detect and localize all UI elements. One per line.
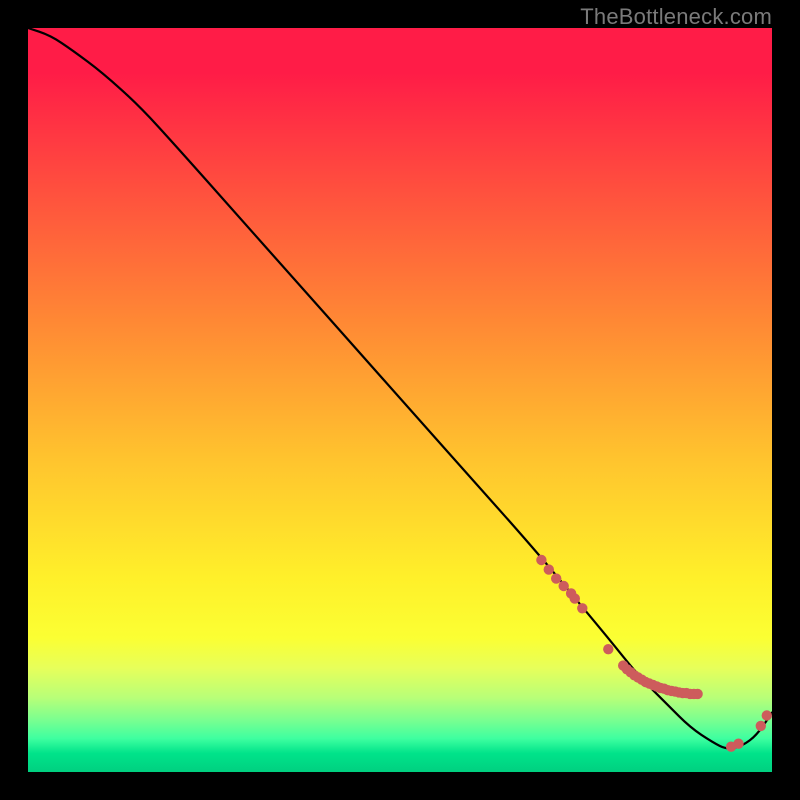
marker-dot xyxy=(733,739,743,749)
watermark-label: TheBottleneck.com xyxy=(580,4,772,30)
marker-dot xyxy=(551,573,561,583)
marker-dot xyxy=(536,555,546,565)
marker-dot xyxy=(756,721,766,731)
marker-dot xyxy=(559,581,569,591)
marker-dots xyxy=(536,555,772,752)
marker-dot xyxy=(570,593,580,603)
bottleneck-curve xyxy=(28,28,772,748)
chart-svg xyxy=(28,28,772,772)
marker-dot xyxy=(692,689,702,699)
chart-frame: TheBottleneck.com xyxy=(0,0,800,800)
marker-dot xyxy=(603,644,613,654)
marker-dot xyxy=(762,710,772,720)
marker-dot xyxy=(544,564,554,574)
marker-dot xyxy=(577,603,587,613)
